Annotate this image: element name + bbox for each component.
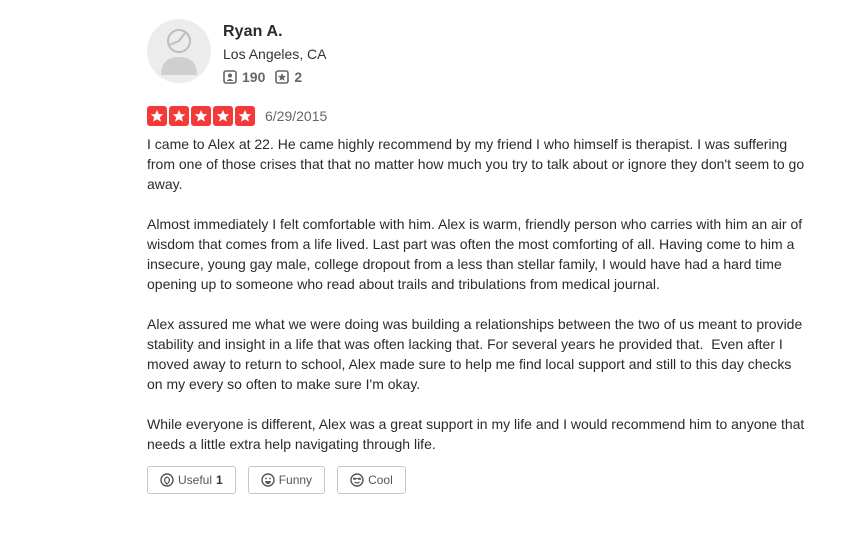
useful-icon	[160, 473, 174, 487]
review-star-icon	[275, 70, 290, 84]
vote-buttons: Useful 1 Funny Cool	[147, 466, 807, 494]
review-paragraph: Alex assured me what we were doing was b…	[147, 316, 807, 392]
review-paragraph: While everyone is different, Alex was a …	[147, 416, 809, 452]
useful-count: 1	[216, 473, 223, 487]
reviews-count: 2	[294, 69, 303, 85]
friends-count: 190	[242, 69, 266, 85]
reviews-stat: 2	[275, 68, 302, 86]
star-rating	[147, 106, 257, 126]
user-location: Los Angeles, CA	[223, 46, 327, 62]
rating-star	[147, 106, 167, 126]
friends-icon	[223, 70, 237, 84]
review-text: I came to Alex at 22. He came highly rec…	[147, 134, 807, 454]
rating-star	[191, 106, 211, 126]
star-icon	[172, 110, 186, 122]
useful-label: Useful	[178, 473, 213, 487]
rating-star	[235, 106, 255, 126]
funny-button[interactable]: Funny	[247, 466, 326, 494]
default-avatar-icon	[161, 29, 197, 75]
useful-button[interactable]: Useful 1	[147, 466, 236, 494]
friends-stat: 190	[223, 68, 265, 86]
cool-button[interactable]: Cool	[337, 466, 406, 494]
cool-label: Cool	[368, 473, 393, 487]
review-paragraph: I came to Alex at 22. He came highly rec…	[147, 136, 809, 192]
cool-icon	[350, 473, 364, 487]
star-icon	[194, 110, 208, 122]
review-card: Ryan A. Los Angeles, CA 190 2 6/29/2015 …	[147, 19, 807, 494]
review-date: 6/29/2015	[265, 108, 328, 124]
avatar[interactable]	[147, 19, 211, 83]
rating-star	[169, 106, 189, 126]
user-name[interactable]: Ryan A.	[223, 22, 327, 42]
funny-icon	[261, 473, 275, 487]
star-icon	[238, 110, 252, 122]
user-passport: Ryan A. Los Angeles, CA 190 2	[147, 19, 807, 86]
review-paragraph: Almost immediately I felt comfortable wi…	[147, 216, 807, 292]
funny-label: Funny	[278, 473, 313, 487]
star-icon	[150, 110, 164, 122]
star-icon	[216, 110, 230, 122]
rating-star	[213, 106, 233, 126]
